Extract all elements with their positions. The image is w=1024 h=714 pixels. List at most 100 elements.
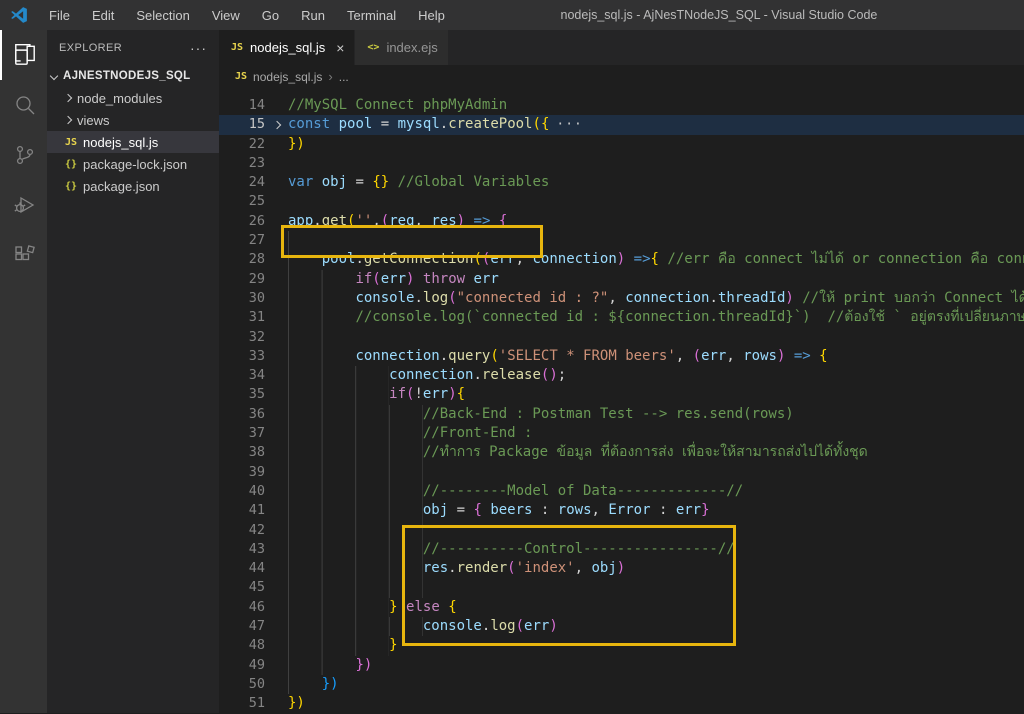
line-number[interactable]: 47 (219, 617, 265, 636)
code-line-29[interactable]: 29 if(err) throw err (219, 270, 1024, 289)
sidebar-section-root[interactable]: AJNESTNODEJS_SQL (47, 65, 219, 87)
fold-slot (265, 694, 288, 713)
fold-slot (265, 424, 288, 443)
fold-slot (265, 617, 288, 636)
code-line-49[interactable]: 49 }) (219, 656, 1024, 675)
code-line-24[interactable]: 24var obj = {} //Global Variables (219, 173, 1024, 192)
line-number[interactable]: 25 (219, 192, 265, 211)
code-line-32[interactable]: 32 (219, 328, 1024, 347)
line-number[interactable]: 31 (219, 308, 265, 327)
code-line-23[interactable]: 23 (219, 154, 1024, 173)
sidebar-item-node_modules[interactable]: node_modules (47, 87, 219, 109)
line-number[interactable]: 36 (219, 405, 265, 424)
code-line-33[interactable]: 33 connection.query('SELECT * FROM beers… (219, 347, 1024, 366)
line-number[interactable]: 35 (219, 385, 265, 404)
code-editor[interactable]: 14//MySQL Connect phpMyAdmin15const pool… (219, 88, 1024, 713)
tab-nodejs_sql.js[interactable]: JSnodejs_sql.js× (219, 30, 355, 65)
code-line-31[interactable]: 31 //console.log(`connected id : ${conne… (219, 308, 1024, 327)
js-icon: JS (235, 71, 247, 82)
code-line-14[interactable]: 14//MySQL Connect phpMyAdmin (219, 96, 1024, 115)
code-text: } else { (288, 598, 457, 617)
code-line-25[interactable]: 25 (219, 192, 1024, 211)
source-control-icon[interactable] (0, 130, 47, 180)
line-number[interactable]: 33 (219, 347, 265, 366)
code-line-46[interactable]: 46 } else { (219, 598, 1024, 617)
line-number[interactable]: 37 (219, 424, 265, 443)
code-line-15[interactable]: 15const pool = mysql.createPool({··· (219, 115, 1024, 134)
fold-slot (265, 405, 288, 424)
line-number[interactable]: 29 (219, 270, 265, 289)
fold-slot (265, 289, 288, 308)
code-line-41[interactable]: 41 obj = { beers : rows, Error : err} (219, 501, 1024, 520)
menu-item-help[interactable]: Help (409, 5, 454, 26)
menu-item-terminal[interactable]: Terminal (338, 5, 405, 26)
line-number[interactable]: 22 (219, 135, 265, 154)
line-number[interactable]: 32 (219, 328, 265, 347)
code-line-34[interactable]: 34 connection.release(); (219, 366, 1024, 385)
code-line-26[interactable]: 26app.get('',(req, res) => { (219, 212, 1024, 231)
line-number[interactable]: 24 (219, 173, 265, 192)
code-line-51[interactable]: 51}) (219, 694, 1024, 713)
line-number[interactable]: 23 (219, 154, 265, 173)
line-number[interactable]: 27 (219, 231, 265, 250)
line-number[interactable]: 15 (219, 115, 265, 134)
code-line-45[interactable]: 45 (219, 578, 1024, 597)
code-line-40[interactable]: 40 //--------Model of Data-------------/… (219, 482, 1024, 501)
explorer-icon[interactable] (0, 30, 47, 80)
line-number[interactable]: 51 (219, 694, 265, 713)
fold-slot (265, 463, 288, 482)
line-number[interactable]: 39 (219, 463, 265, 482)
code-line-48[interactable]: 48 } (219, 636, 1024, 655)
extensions-icon[interactable] (0, 230, 47, 280)
code-line-42[interactable]: 42 (219, 521, 1024, 540)
menu-item-edit[interactable]: Edit (83, 5, 123, 26)
line-number[interactable]: 28 (219, 250, 265, 269)
fold-slot (265, 308, 288, 327)
line-number[interactable]: 26 (219, 212, 265, 231)
line-number[interactable]: 34 (219, 366, 265, 385)
code-line-38[interactable]: 38 //ทำการ Package ข้อมูล ที่ต้องการส่ง … (219, 443, 1024, 462)
code-line-39[interactable]: 39 (219, 463, 1024, 482)
line-number[interactable]: 43 (219, 540, 265, 559)
code-line-27[interactable]: 27 (219, 231, 1024, 250)
run-debug-icon[interactable] (0, 180, 47, 230)
code-line-22[interactable]: 22}) (219, 135, 1024, 154)
sidebar-item-views[interactable]: views (47, 109, 219, 131)
menu-item-view[interactable]: View (203, 5, 249, 26)
sidebar-item-nodejs_sql.js[interactable]: JSnodejs_sql.js (47, 131, 219, 153)
sidebar-item-package.json[interactable]: {}package.json (47, 175, 219, 197)
menu-item-run[interactable]: Run (292, 5, 334, 26)
line-number[interactable]: 40 (219, 482, 265, 501)
line-number[interactable]: 49 (219, 656, 265, 675)
fold-collapsed-icon[interactable] (265, 115, 288, 134)
line-number[interactable]: 42 (219, 521, 265, 540)
line-number[interactable]: 44 (219, 559, 265, 578)
breadcrumb[interactable]: JS nodejs_sql.js › ... (219, 65, 1024, 88)
code-line-30[interactable]: 30 console.log("connected id : ?", conne… (219, 289, 1024, 308)
line-number[interactable]: 45 (219, 578, 265, 597)
menu-item-go[interactable]: Go (253, 5, 288, 26)
code-line-36[interactable]: 36 //Back-End : Postman Test --> res.sen… (219, 405, 1024, 424)
code-line-50[interactable]: 50 }) (219, 675, 1024, 694)
explorer-actions-button[interactable]: ··· (190, 40, 207, 56)
line-number[interactable]: 46 (219, 598, 265, 617)
line-number[interactable]: 50 (219, 675, 265, 694)
close-icon[interactable]: × (336, 40, 344, 56)
sidebar-item-package-lock.json[interactable]: {}package-lock.json (47, 153, 219, 175)
code-line-43[interactable]: 43 //----------Control----------------// (219, 540, 1024, 559)
line-number[interactable]: 41 (219, 501, 265, 520)
search-icon[interactable] (0, 80, 47, 130)
code-line-44[interactable]: 44 res.render('index', obj) (219, 559, 1024, 578)
line-number[interactable]: 14 (219, 96, 265, 115)
folded-region-badge[interactable]: ··· (556, 117, 582, 132)
line-number[interactable]: 48 (219, 636, 265, 655)
code-line-28[interactable]: 28 pool.getConnection((err, connection) … (219, 250, 1024, 269)
line-number[interactable]: 38 (219, 443, 265, 462)
tab-index.ejs[interactable]: <>index.ejs (355, 30, 448, 65)
code-line-47[interactable]: 47 console.log(err) (219, 617, 1024, 636)
code-line-37[interactable]: 37 //Front-End : (219, 424, 1024, 443)
menu-item-file[interactable]: File (40, 5, 79, 26)
menu-item-selection[interactable]: Selection (127, 5, 198, 26)
code-line-35[interactable]: 35 if(!err){ (219, 385, 1024, 404)
line-number[interactable]: 30 (219, 289, 265, 308)
